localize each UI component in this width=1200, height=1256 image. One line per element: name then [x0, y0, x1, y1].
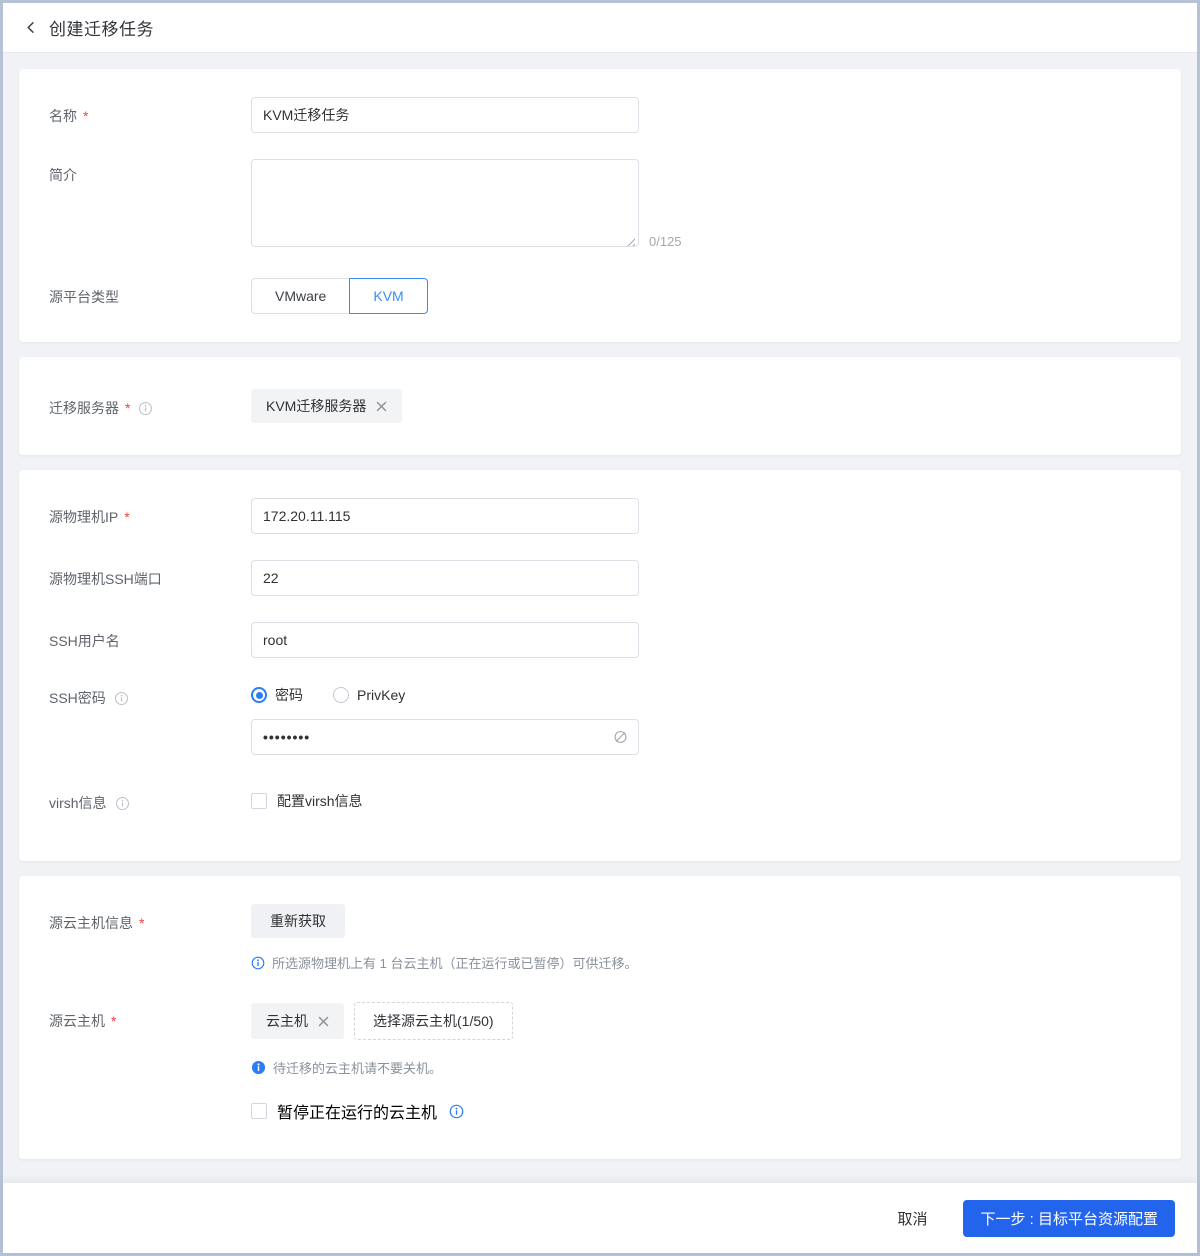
row-vm-info: 源云主机信息 * 重新获取 所选源物理机上有 1 台云主机（正在运行或已暂停）可供…: [49, 904, 1151, 972]
next-step-button[interactable]: 下一步 : 目标平台资源配置: [963, 1199, 1175, 1237]
ssh-user-input[interactable]: [251, 622, 639, 658]
password-type-radios: 密码 PrivKey: [251, 684, 639, 706]
ssh-user-label: SSH用户名: [49, 633, 120, 649]
source-vm-label: 源云主机 *: [49, 1013, 117, 1029]
source-ip-input[interactable]: [251, 498, 639, 534]
form-content: 名称* 简介 0/125 源平台类型 VMware KVM: [3, 53, 1197, 1183]
virsh-checkbox[interactable]: 配置virsh信息: [251, 791, 363, 811]
required-marker: *: [124, 509, 130, 525]
password-control: 密码 PrivKey: [251, 684, 639, 755]
radio-privkey[interactable]: PrivKey: [333, 687, 405, 703]
close-icon[interactable]: [376, 401, 387, 412]
row-platform-type: 源平台类型 VMware KVM: [49, 278, 1151, 314]
cancel-button[interactable]: 取消: [897, 1208, 927, 1229]
card-migration-server: 迁移服务器 * KVM迁移服务器: [19, 357, 1181, 455]
radio-password[interactable]: 密码: [251, 685, 303, 705]
name-input[interactable]: [251, 97, 639, 133]
server-tag: KVM迁移服务器: [251, 389, 403, 423]
char-counter: 0/125: [649, 234, 682, 249]
eye-off-icon[interactable]: [612, 729, 629, 746]
platform-option-kvm[interactable]: KVM: [349, 278, 428, 314]
card-source-host: 源物理机IP* 源物理机SSH端口 SSH用户名 SSH密码: [19, 470, 1181, 861]
footer-bar: 取消 下一步 : 目标平台资源配置: [3, 1183, 1197, 1253]
page-header: 创建迁移任务: [3, 3, 1197, 53]
description-block: 0/125: [251, 159, 682, 252]
required-marker: *: [111, 1013, 117, 1029]
virsh-label: virsh信息: [49, 791, 251, 813]
password-input[interactable]: [251, 719, 639, 755]
platform-toggle-group: VMware KVM: [251, 278, 428, 314]
vm-info-control: 重新获取 所选源物理机上有 1 台云主机（正在运行或已暂停）可供迁移。: [251, 904, 637, 972]
row-migration-server: 迁移服务器 * KVM迁移服务器: [49, 389, 1151, 423]
card-basic-info: 名称* 简介 0/125 源平台类型 VMware KVM: [19, 69, 1181, 342]
row-virsh: virsh信息 配置virsh信息: [49, 791, 1151, 813]
source-vm-line: 云主机 选择源云主机(1/50): [251, 1002, 513, 1040]
pause-checkbox[interactable]: 暂停正在运行的云主机: [251, 1099, 513, 1123]
info-icon[interactable]: [114, 691, 129, 706]
ssh-port-label: 源物理机SSH端口: [49, 571, 162, 587]
migration-server-label: 迁移服务器 *: [49, 389, 251, 418]
vm-info-tip: 所选源物理机上有 1 台云主机（正在运行或已暂停）可供迁移。: [251, 953, 637, 972]
vm-shutdown-tip-text: 待迁移的云主机请不要关机。: [273, 1061, 443, 1076]
info-circle-icon: [251, 956, 265, 970]
ssh-port-input[interactable]: [251, 560, 639, 596]
vm-info-label: 源云主机信息 *: [49, 915, 145, 931]
platform-option-vmware[interactable]: VMware: [251, 278, 351, 314]
page-title: 创建迁移任务: [49, 20, 154, 39]
row-name: 名称 *: [49, 97, 1151, 133]
row-source-vm: 源云主机 * 云主机 选择源云主机(1/50) 待迁移的云主机请不要关机。 暂停…: [49, 1002, 1151, 1123]
close-icon[interactable]: [318, 1016, 329, 1027]
radio-unselected-icon: [333, 687, 349, 703]
row-ssh-password: SSH密码 密码 PrivKey: [49, 684, 1151, 755]
pause-checkbox-label: 暂停正在运行的云主机: [277, 1105, 438, 1122]
vm-shutdown-tip: 待迁移的云主机请不要关机。: [251, 1058, 513, 1077]
virsh-checkbox-label: 配置virsh信息: [277, 793, 363, 809]
required-marker: *: [139, 915, 145, 931]
required-marker: *: [83, 108, 89, 124]
checkbox-icon[interactable]: [251, 793, 267, 809]
vm-tag-label: 云主机: [266, 1013, 308, 1029]
chevron-left-icon: [24, 20, 39, 35]
row-ssh-port: 源物理机SSH端口: [49, 560, 1151, 596]
info-icon[interactable]: [115, 796, 130, 811]
name-label: 名称 *: [49, 108, 89, 124]
description-label: 简介: [49, 167, 77, 183]
card-source-vms: 源云主机信息 * 重新获取 所选源物理机上有 1 台云主机（正在运行或已暂停）可供…: [19, 876, 1181, 1159]
vm-info-tip-text: 所选源物理机上有 1 台云主机（正在运行或已暂停）可供迁移。: [272, 956, 638, 971]
platform-type-label: 源平台类型: [49, 289, 119, 305]
server-tag-label: KVM迁移服务器: [266, 398, 367, 414]
refresh-button[interactable]: 重新获取: [251, 904, 345, 938]
back-button[interactable]: [24, 20, 39, 35]
row-ssh-user: SSH用户名: [49, 622, 1151, 658]
source-vm-control: 云主机 选择源云主机(1/50) 待迁移的云主机请不要关机。 暂停正在运行的云主…: [251, 1002, 513, 1123]
description-wrap: [251, 159, 639, 252]
password-field-wrap: [251, 719, 639, 755]
radio-selected-icon: [251, 687, 267, 703]
required-marker: *: [125, 400, 131, 416]
info-filled-icon: [251, 1060, 266, 1075]
vm-tag: 云主机: [251, 1003, 344, 1039]
row-description: 简介 0/125: [49, 159, 1151, 252]
checkbox-icon[interactable]: [251, 1103, 267, 1119]
source-ip-label: 源物理机IP *: [49, 509, 130, 525]
info-icon[interactable]: [138, 401, 153, 416]
ssh-password-label: SSH密码: [49, 684, 251, 708]
description-textarea[interactable]: [251, 159, 639, 247]
select-vm-button[interactable]: 选择源云主机(1/50): [354, 1002, 513, 1040]
row-source-ip: 源物理机IP *: [49, 498, 1151, 534]
info-icon[interactable]: [449, 1104, 464, 1119]
